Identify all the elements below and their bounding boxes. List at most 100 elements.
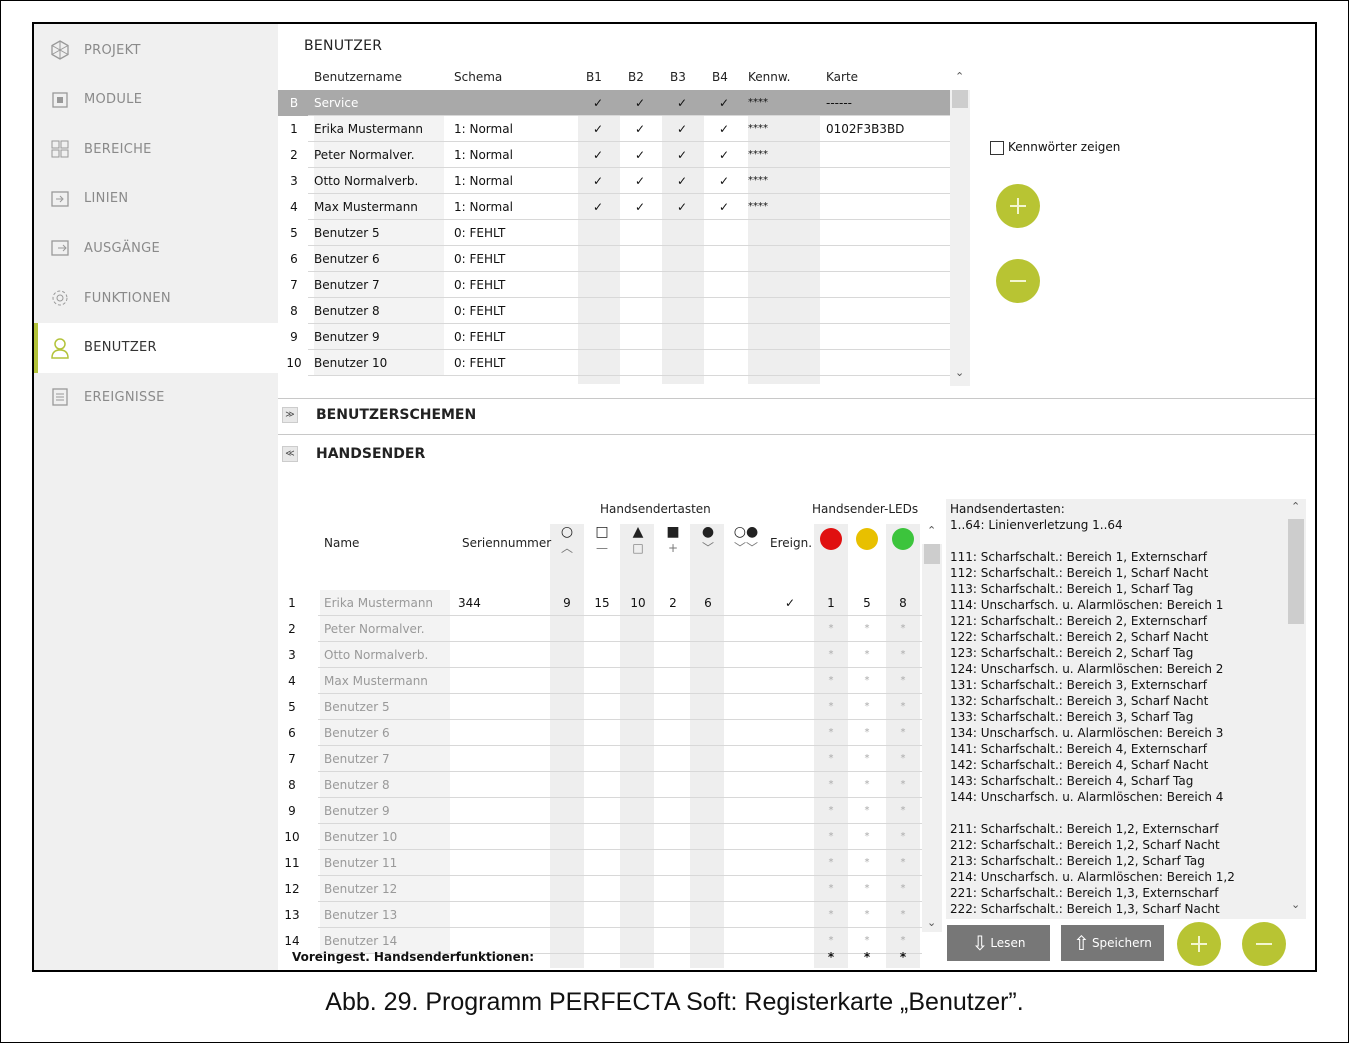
cell-name[interactable]: Max Mustermann [320, 668, 450, 694]
column-header-b1[interactable]: B1 [586, 70, 602, 84]
cell-schema[interactable]: 0: FEHLT [454, 350, 574, 376]
cell-b2[interactable]: ✓ [620, 194, 660, 220]
save-button[interactable]: ⇧ Speichern [1061, 925, 1164, 961]
cell-serial[interactable] [458, 850, 546, 876]
cell-k5[interactable] [690, 694, 726, 720]
column-header-schema[interactable]: Schema [454, 70, 502, 84]
table-row[interactable]: 9 Benutzer 9 0: FEHLT [278, 324, 950, 350]
cell-l3[interactable]: 8 [886, 590, 920, 616]
cell-name[interactable]: Benutzer 9 [320, 798, 450, 824]
column-header-name[interactable]: Benutzername [314, 70, 402, 84]
cell-b1[interactable]: ✓ [578, 194, 618, 220]
keyfobs-scrollbar[interactable] [922, 544, 942, 932]
table-row[interactable]: 10 Benutzer 10 0: FEHLT [278, 350, 950, 376]
cell-b1[interactable]: ✓ [578, 142, 618, 168]
cell-ev[interactable] [770, 824, 810, 850]
cell-pwd[interactable] [748, 246, 820, 272]
cell-b1[interactable]: ✓ [578, 168, 618, 194]
cell-k6[interactable] [726, 694, 766, 720]
column-header-b3[interactable]: B3 [670, 70, 686, 84]
table-row[interactable]: 4 Max Mustermann * * * [278, 668, 922, 694]
cell-b2[interactable] [620, 220, 660, 246]
cell-k1[interactable] [550, 694, 584, 720]
cell-name[interactable]: Service [314, 90, 444, 116]
cell-k1[interactable] [550, 616, 584, 642]
help-scroll-thumb[interactable] [1288, 519, 1304, 624]
cell-b2[interactable]: ✓ [620, 90, 660, 116]
cell-ev[interactable] [770, 850, 810, 876]
cell-b4[interactable] [704, 246, 744, 272]
cell-k2[interactable] [584, 798, 620, 824]
cell-k4[interactable] [656, 616, 690, 642]
cell-serial[interactable] [458, 798, 546, 824]
show-passwords-checkbox[interactable] [990, 141, 1004, 155]
cell-name[interactable]: Benutzer 7 [314, 272, 444, 298]
cell-k3[interactable] [620, 798, 656, 824]
add-user-button[interactable] [996, 184, 1040, 228]
cell-k5[interactable] [690, 746, 726, 772]
cell-k5[interactable] [690, 902, 726, 928]
cell-l1[interactable]: * [814, 850, 848, 876]
cell-ev[interactable] [770, 642, 810, 668]
cell-k5[interactable] [690, 642, 726, 668]
cell-l2[interactable]: * [850, 746, 884, 772]
cell-b2[interactable]: ✓ [620, 142, 660, 168]
cell-schema[interactable]: 1: Normal [454, 116, 574, 142]
cell-pwd[interactable] [748, 298, 820, 324]
table-row[interactable]: 9 Benutzer 9 * * * [278, 798, 922, 824]
cell-l3[interactable]: * [886, 902, 920, 928]
cell-name[interactable]: Benutzer 6 [320, 720, 450, 746]
cell-b3[interactable]: ✓ [662, 194, 702, 220]
cell-b2[interactable] [620, 350, 660, 376]
cell-l3[interactable]: * [886, 668, 920, 694]
cell-l2[interactable]: 5 [850, 590, 884, 616]
cell-ev[interactable] [770, 720, 810, 746]
cell-l3[interactable]: * [886, 746, 920, 772]
cell-l1[interactable]: 1 [814, 590, 848, 616]
cell-schema[interactable]: 0: FEHLT [454, 220, 574, 246]
cell-name[interactable]: Benutzer 5 [320, 694, 450, 720]
users-scrollbar[interactable] [950, 90, 970, 386]
cell-card[interactable] [826, 298, 946, 324]
cell-pwd[interactable] [748, 220, 820, 246]
cell-l2[interactable]: * [850, 876, 884, 902]
cell-name[interactable]: Benutzer 12 [320, 876, 450, 902]
cell-ev[interactable]: ✓ [770, 590, 810, 616]
cell-b4[interactable]: ✓ [704, 116, 744, 142]
cell-schema[interactable]: 0: FEHLT [454, 298, 574, 324]
cell-k3[interactable] [620, 902, 656, 928]
scroll-up-icon[interactable]: ⌃ [955, 70, 964, 83]
table-row[interactable]: B Service ✓ ✓ ✓ ✓ **** ------ [278, 90, 950, 116]
cell-k4[interactable] [656, 850, 690, 876]
cell-name[interactable]: Benutzer 8 [320, 772, 450, 798]
schemes-section-title[interactable]: BENUTZERSCHEMEN [316, 407, 476, 423]
cell-name[interactable]: Erika Mustermann [320, 590, 450, 616]
remove-user-button[interactable] [996, 259, 1040, 303]
cell-k6[interactable] [726, 798, 766, 824]
cell-k6[interactable] [726, 876, 766, 902]
cell-b4[interactable] [704, 220, 744, 246]
cell-l3[interactable]: * [886, 850, 920, 876]
cell-k3[interactable] [620, 642, 656, 668]
cell-k1[interactable] [550, 772, 584, 798]
cell-card[interactable] [826, 324, 946, 350]
cell-k3[interactable] [620, 876, 656, 902]
cell-k4[interactable] [656, 798, 690, 824]
cell-l1[interactable]: * [814, 642, 848, 668]
cell-k2[interactable] [584, 694, 620, 720]
default-led-cell[interactable]: * [850, 944, 884, 970]
cell-k4[interactable] [656, 720, 690, 746]
cell-k6[interactable] [726, 772, 766, 798]
cell-pwd[interactable] [748, 272, 820, 298]
cell-k2[interactable] [584, 616, 620, 642]
cell-l2[interactable]: * [850, 694, 884, 720]
cell-pwd[interactable]: **** [748, 168, 820, 194]
column-header-pwd[interactable]: Kennw. [748, 70, 790, 84]
cell-k5[interactable] [690, 668, 726, 694]
cell-serial[interactable] [458, 746, 546, 772]
cell-name[interactable]: Erika Mustermann [314, 116, 444, 142]
table-row[interactable]: 2 Peter Normalver. 1: Normal ✓ ✓ ✓ ✓ **** [278, 142, 950, 168]
column-header-event[interactable]: Ereign. [770, 536, 812, 550]
cell-k4[interactable] [656, 876, 690, 902]
cell-b4[interactable] [704, 272, 744, 298]
